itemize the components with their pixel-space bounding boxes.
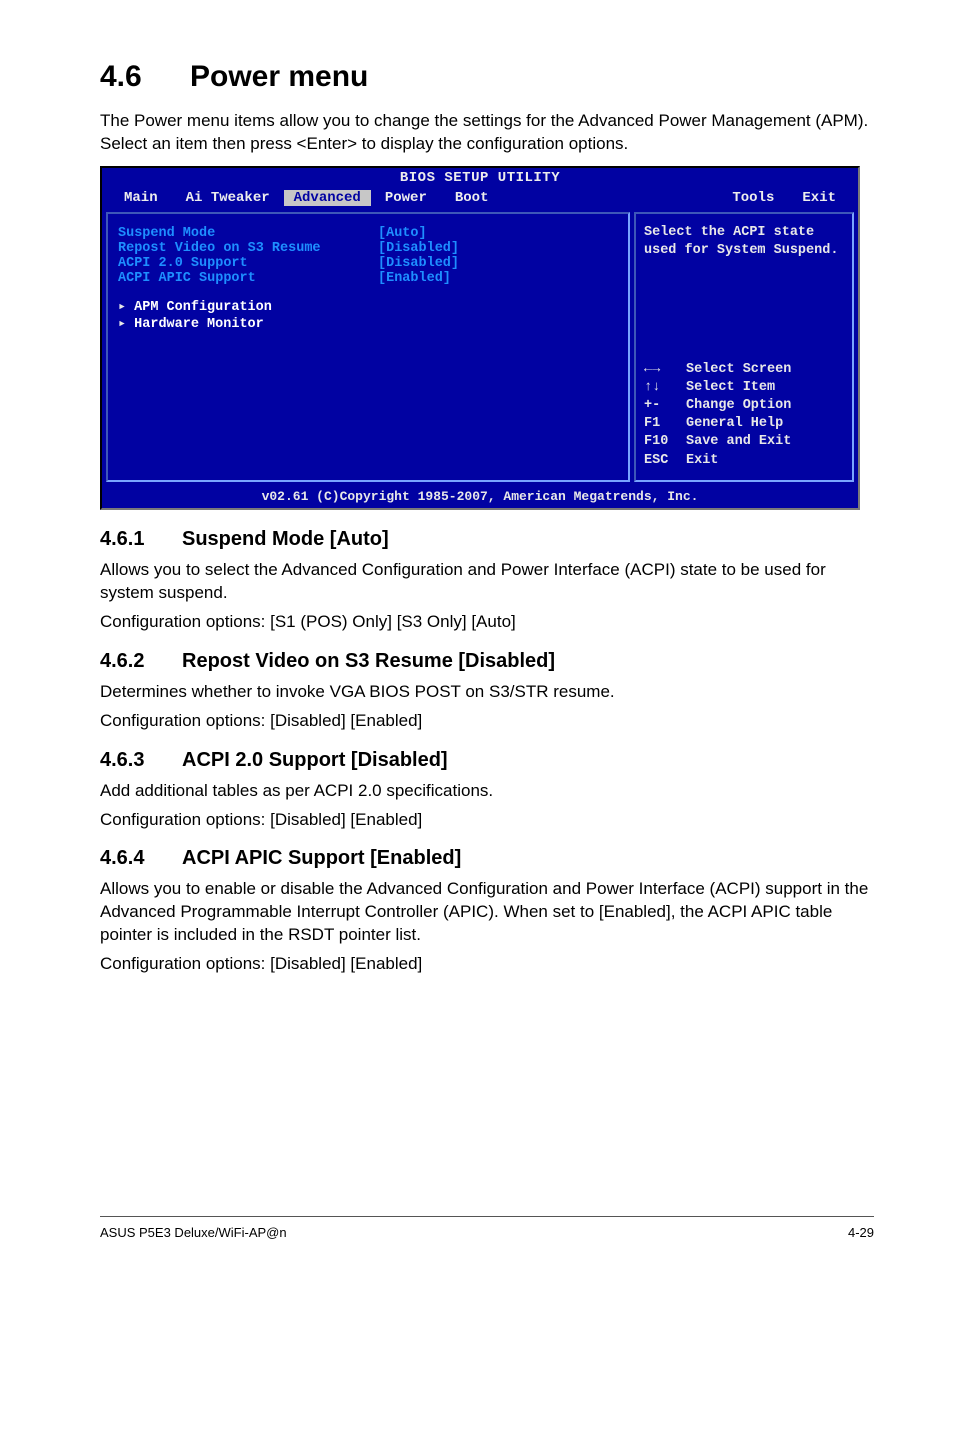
body-text: Configuration options: [S1 (POS) Only] [… <box>100 611 874 634</box>
legend-desc: Select Screen <box>686 361 791 379</box>
subsection-heading: 4.6.1Suspend Mode [Auto] <box>100 528 874 551</box>
bios-item-value: [Disabled] <box>378 241 459 256</box>
legend-row: F10Save and Exit <box>644 433 844 451</box>
bios-item-acpi20[interactable]: ACPI 2.0 Support [Disabled] <box>118 256 618 271</box>
subsection-number: 4.6.1 <box>100 528 182 551</box>
subsection-number: 4.6.4 <box>100 847 182 870</box>
legend-row: ESCExit <box>644 452 844 470</box>
legend-key: F1 <box>644 415 686 433</box>
legend-row: +-Change Option <box>644 397 844 415</box>
bios-footer: v02.61 (C)Copyright 1985-2007, American … <box>102 486 858 508</box>
tab-boot[interactable]: Boot <box>441 190 503 206</box>
legend-desc: Change Option <box>686 397 791 415</box>
bios-item-label: Repost Video on S3 Resume <box>118 241 378 256</box>
legend-key: ↑↓ <box>644 379 686 397</box>
bios-help-text: Select the ACPI state used for System Su… <box>644 224 844 260</box>
legend-key: +- <box>644 397 686 415</box>
subsection-title: ACPI 2.0 Support [Disabled] <box>182 749 448 771</box>
legend-row: ↑↓Select Item <box>644 379 844 397</box>
bios-submenu-label: Hardware Monitor <box>134 317 264 332</box>
legend-key: ←→ <box>644 361 686 379</box>
bios-item-value: [Auto] <box>378 226 427 241</box>
bios-item-label: ACPI 2.0 Support <box>118 256 378 271</box>
tab-power[interactable]: Power <box>371 190 441 206</box>
footer-left: ASUS P5E3 Deluxe/WiFi-AP@n <box>100 1225 287 1240</box>
body-text: Allows you to enable or disable the Adva… <box>100 878 874 947</box>
bios-item-acpi-apic[interactable]: ACPI APIC Support [Enabled] <box>118 271 618 286</box>
bios-item-suspend-mode[interactable]: Suspend Mode [Auto] <box>118 226 618 241</box>
footer-right: 4-29 <box>848 1225 874 1240</box>
tab-spacer <box>502 190 718 206</box>
subsection-heading: 4.6.2Repost Video on S3 Resume [Disabled… <box>100 650 874 673</box>
subsection-title: Repost Video on S3 Resume [Disabled] <box>182 650 555 672</box>
body-text: Configuration options: [Disabled] [Enabl… <box>100 809 874 832</box>
bios-item-value: [Enabled] <box>378 271 451 286</box>
bios-item-value: [Disabled] <box>378 256 459 271</box>
chevron-right-icon: ▸ <box>118 300 126 315</box>
section-number: 4.6 <box>100 60 190 94</box>
bios-title: BIOS SETUP UTILITY <box>102 168 858 188</box>
subsection-heading: 4.6.4ACPI APIC Support [Enabled] <box>100 847 874 870</box>
bios-submenu-apm[interactable]: ▸ APM Configuration <box>118 298 618 315</box>
subsection-title: ACPI APIC Support [Enabled] <box>182 847 461 869</box>
bios-legend: ←→Select Screen ↑↓Select Item +-Change O… <box>644 361 844 470</box>
body-text: Determines whether to invoke VGA BIOS PO… <box>100 681 874 704</box>
tab-exit[interactable]: Exit <box>788 190 850 206</box>
body-text: Configuration options: [Disabled] [Enabl… <box>100 953 874 976</box>
chevron-right-icon: ▸ <box>118 317 126 332</box>
bios-screenshot: BIOS SETUP UTILITY Main Ai Tweaker Advan… <box>100 166 860 510</box>
subsection-number: 4.6.3 <box>100 749 182 772</box>
legend-desc: General Help <box>686 415 783 433</box>
tab-main[interactable]: Main <box>110 190 172 206</box>
bios-submenu-hwmon[interactable]: ▸ Hardware Monitor <box>118 315 618 332</box>
legend-desc: Save and Exit <box>686 433 791 451</box>
subsection-title: Suspend Mode [Auto] <box>182 528 389 550</box>
bios-item-repost-video[interactable]: Repost Video on S3 Resume [Disabled] <box>118 241 618 256</box>
legend-key: ESC <box>644 452 686 470</box>
legend-desc: Select Item <box>686 379 775 397</box>
bios-help-panel: Select the ACPI state used for System Su… <box>634 212 854 482</box>
bios-item-label: Suspend Mode <box>118 226 378 241</box>
tab-ai-tweaker[interactable]: Ai Tweaker <box>172 190 284 206</box>
bios-tab-bar: Main Ai Tweaker Advanced Power Boot Tool… <box>102 188 858 208</box>
legend-desc: Exit <box>686 452 718 470</box>
bios-item-label: ACPI APIC Support <box>118 271 378 286</box>
page-footer: ASUS P5E3 Deluxe/WiFi-AP@n 4-29 <box>100 1216 874 1240</box>
legend-row: F1General Help <box>644 415 844 433</box>
section-heading: 4.6Power menu <box>100 60 874 94</box>
body-text: Add additional tables as per ACPI 2.0 sp… <box>100 780 874 803</box>
tab-tools[interactable]: Tools <box>718 190 788 206</box>
section-title: Power menu <box>190 60 368 93</box>
bios-submenu-label: APM Configuration <box>134 300 272 315</box>
tab-advanced[interactable]: Advanced <box>284 190 371 206</box>
body-text: Configuration options: [Disabled] [Enabl… <box>100 710 874 733</box>
legend-key: F10 <box>644 433 686 451</box>
subsection-number: 4.6.2 <box>100 650 182 673</box>
legend-row: ←→Select Screen <box>644 361 844 379</box>
subsection-heading: 4.6.3ACPI 2.0 Support [Disabled] <box>100 749 874 772</box>
bios-main-panel: Suspend Mode [Auto] Repost Video on S3 R… <box>106 212 630 482</box>
body-text: Allows you to select the Advanced Config… <box>100 559 874 605</box>
intro-text: The Power menu items allow you to change… <box>100 110 874 156</box>
